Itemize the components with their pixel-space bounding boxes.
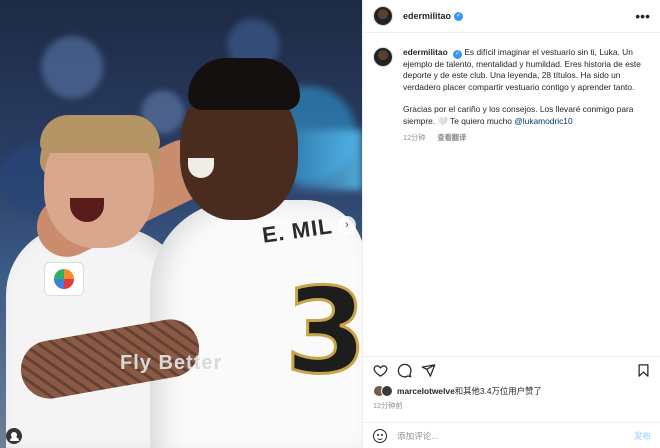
jersey-number: 3 [283, 262, 362, 400]
caption-body: edermilitao ✓ Es difícil imaginar el ves… [403, 47, 650, 143]
post-side-panel: edermilitao ✓ ••• edermilitao ✓ Es difíc… [362, 0, 660, 448]
right-player-hair [188, 58, 300, 110]
post-comment-button[interactable]: 发布 [634, 430, 651, 442]
post-timestamp: 12分钟前 [373, 401, 403, 410]
left-player-hair-top [40, 115, 160, 153]
user-tag-icon[interactable] [6, 428, 22, 444]
emoji-icon[interactable] [373, 428, 387, 443]
post-header: edermilitao ✓ ••• [363, 0, 660, 33]
caption-verified-badge-icon: ✓ [453, 49, 463, 59]
see-translation-link[interactable]: 查看翻译 [437, 133, 466, 142]
caption-time: 12分钟 [403, 132, 426, 142]
caption: edermilitao ✓ Es difícil imaginar el ves… [363, 33, 660, 143]
stadium-light [292, 130, 362, 190]
verified-badge-icon: ✓ [454, 11, 464, 21]
comment-input[interactable] [397, 430, 634, 441]
avatar[interactable] [373, 6, 393, 26]
liker-avatars [373, 385, 393, 397]
caption-username[interactable]: edermilitao [403, 47, 448, 57]
chevron-right-icon[interactable]: › [338, 216, 356, 234]
jersey-sponsor: Fly Better [120, 352, 223, 374]
post-photo[interactable]: E. MIL 3 Fly Better › [0, 0, 362, 448]
action-bar [363, 356, 660, 384]
header-username[interactable]: edermilitao [403, 11, 451, 21]
bookmark-icon[interactable] [636, 363, 651, 378]
comment-icon[interactable] [397, 363, 412, 378]
more-horizontal-icon[interactable]: ••• [635, 9, 650, 23]
send-icon[interactable] [421, 363, 436, 378]
comment-bar: 发布 [363, 422, 660, 448]
likes-suffix: 和其他3.4万位用户赞了 [454, 386, 542, 396]
laliga-badge [44, 262, 84, 296]
mention-link[interactable]: @lukamodric10 [514, 116, 572, 126]
caption-avatar[interactable] [373, 47, 393, 67]
liker-username[interactable]: marcelotwelve [397, 386, 455, 396]
likes-summary[interactable]: marcelotwelve 和其他3.4万位用户赞了 [373, 385, 542, 397]
caption-meta: 12分钟 查看翻译 [403, 132, 650, 144]
heart-icon[interactable] [373, 363, 388, 378]
